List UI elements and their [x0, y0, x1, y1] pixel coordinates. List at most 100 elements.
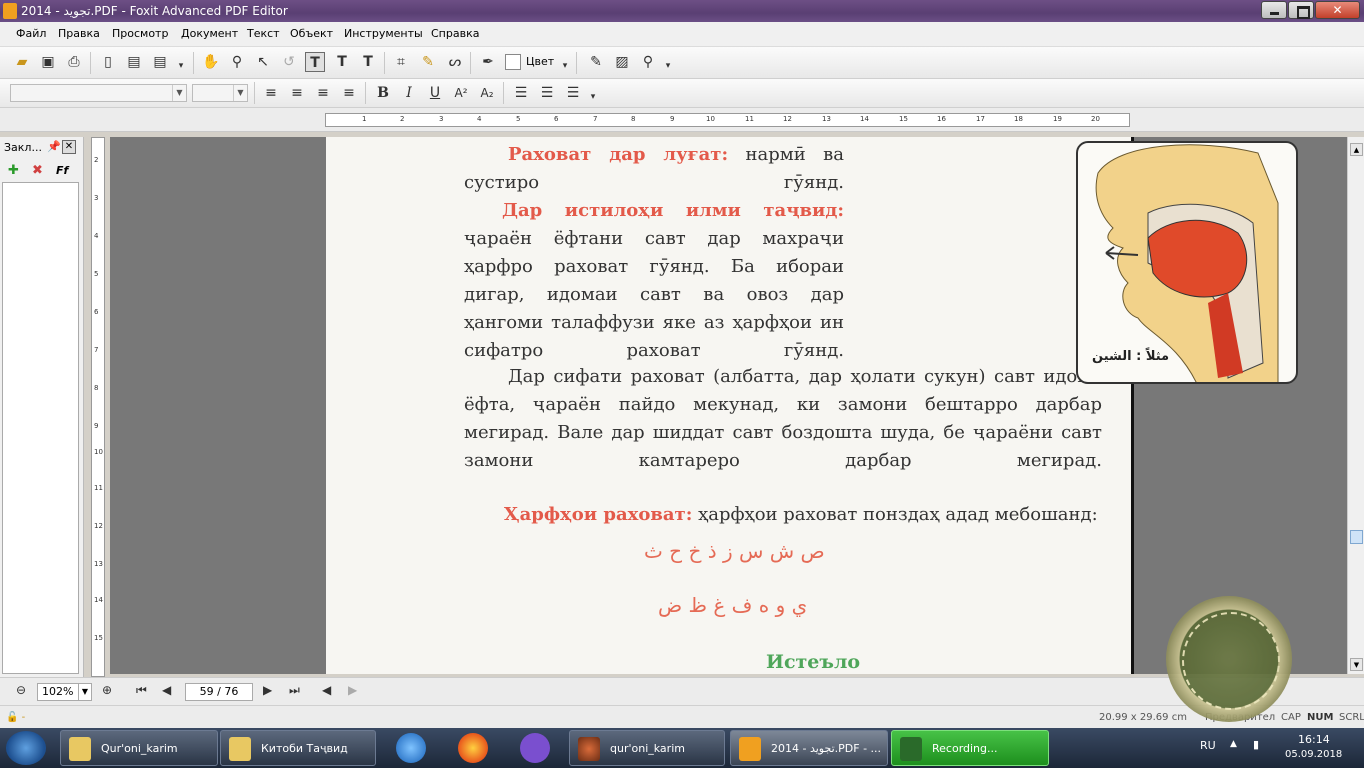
folder-icon — [229, 737, 251, 761]
save-icon[interactable]: ▣ — [38, 52, 58, 72]
arabic-letters-row-2: ي و ه ف غ ظ ض — [658, 593, 808, 617]
network-icon[interactable]: ▮ — [1253, 738, 1259, 751]
eyedropper-icon[interactable]: ✒ — [478, 52, 498, 72]
dropdown-arrow-icon[interactable]: ▾ — [555, 56, 575, 76]
dropdown-arrow-icon[interactable]: ▾ — [658, 56, 678, 76]
paragraph-description: Дар сифати раховат (албатта, дар ҳолати … — [464, 366, 1102, 471]
fonts-icon[interactable]: Ff — [56, 164, 68, 177]
edit-document-icon[interactable]: ✎ — [586, 52, 606, 72]
bookmarks-list[interactable] — [2, 182, 79, 674]
firefox-icon[interactable] — [458, 733, 488, 763]
ruler-mark: 9 — [94, 422, 99, 430]
taskbar-folder-kitobi-tajvid[interactable]: Китоби Таҷвид — [220, 730, 376, 766]
delete-bookmark-icon[interactable]: ✖ — [32, 163, 43, 178]
forward-icon[interactable]: ▶ — [348, 683, 357, 697]
menu-help[interactable]: Справка — [431, 27, 479, 40]
image-icon[interactable]: ▨ — [612, 52, 632, 72]
page-number-field[interactable]: 59 / 76 — [185, 683, 253, 701]
internet-explorer-icon[interactable] — [396, 733, 426, 763]
search-icon[interactable]: ⚲ — [638, 52, 658, 72]
minimize-button[interactable] — [1261, 1, 1287, 19]
paragraph-spacing-icon[interactable]: ☰ — [537, 83, 557, 103]
next-page-icon[interactable]: ▶ — [263, 683, 272, 697]
font-family-combo[interactable]: ▼ — [10, 84, 187, 102]
dropdown-arrow-icon[interactable]: ▾ — [583, 87, 603, 107]
taskbar-foxit-pdf[interactable]: 2014 - تجوید.PDF - ... — [730, 730, 888, 766]
clock-date[interactable]: 05.09.2018 — [1285, 749, 1342, 760]
maximize-button[interactable] — [1288, 1, 1314, 19]
zoom-combo[interactable]: 102% ▼ — [37, 683, 92, 701]
superscript-icon[interactable]: A² — [451, 83, 471, 103]
bold-icon[interactable]: B — [373, 83, 393, 103]
page-options-icon[interactable]: ▤ — [150, 52, 170, 72]
term-definition: Дар истилоҳи илми таҷвид: — [502, 200, 844, 221]
menu-tools[interactable]: Инструменты — [344, 27, 423, 40]
back-icon[interactable]: ◀ — [322, 683, 331, 697]
align-right-icon[interactable]: ≡ — [313, 83, 333, 103]
menu-document[interactable]: Документ — [181, 27, 238, 40]
toolbar-separator — [470, 52, 471, 74]
toolbar-separator — [365, 82, 366, 104]
taskbar-qurani-karim-app[interactable]: qur'oni_karim — [569, 730, 725, 766]
scroll-thumb[interactable] — [1350, 530, 1363, 544]
print-icon[interactable]: ⎙ — [64, 52, 84, 72]
align-center-icon[interactable]: ≡ — [287, 83, 307, 103]
text-insert-icon[interactable]: T — [358, 52, 378, 72]
path-tool-icon[interactable]: ᔕ — [445, 52, 465, 72]
menu-object[interactable]: Объект — [290, 27, 333, 40]
scroll-up-icon[interactable]: ▲ — [1350, 143, 1363, 156]
text-edit-icon[interactable]: T — [332, 52, 352, 72]
text-tool-icon[interactable]: T — [305, 52, 325, 72]
ruler-mark: 20 — [1091, 115, 1100, 123]
menu-edit[interactable]: Правка — [58, 27, 100, 40]
new-page-icon[interactable]: ▯ — [98, 52, 118, 72]
underline-icon[interactable]: U — [425, 83, 445, 103]
select-arrow-icon[interactable]: ↖ — [253, 52, 273, 72]
page-icon[interactable]: ▤ — [124, 52, 144, 72]
zoom-out-icon[interactable]: ⊖ — [16, 683, 26, 697]
open-folder-icon[interactable]: ▰ — [12, 52, 32, 72]
undo-icon[interactable]: ↺ — [279, 52, 299, 72]
subscript-icon[interactable]: A₂ — [477, 83, 497, 103]
justify-icon[interactable]: ≡ — [339, 83, 359, 103]
pin-icon[interactable]: 📌 — [47, 140, 61, 153]
align-left-icon[interactable]: ≡ — [261, 83, 281, 103]
dropdown-arrow-icon[interactable]: ▾ — [171, 56, 191, 76]
taskbar-recording[interactable]: Recording... — [891, 730, 1049, 766]
close-button[interactable]: ✕ — [1315, 1, 1360, 19]
ruler-mark: 12 — [783, 115, 792, 123]
crop-icon[interactable]: ⌗ — [391, 52, 411, 72]
menu-view[interactable]: Просмотр — [112, 27, 168, 40]
font-size-combo[interactable]: ▼ — [192, 84, 248, 102]
tray-expand-icon[interactable]: ▲ — [1230, 739, 1237, 749]
hand-tool-icon[interactable]: ✋ — [201, 52, 221, 72]
zoom-in-icon[interactable]: ⊕ — [102, 683, 112, 697]
clock-time[interactable]: 16:14 — [1298, 733, 1330, 746]
last-page-icon[interactable]: ⏭ — [289, 683, 300, 698]
line-spacing-icon[interactable]: ☰ — [511, 83, 531, 103]
indent-icon[interactable]: ☰ — [563, 83, 583, 103]
menu-file[interactable]: Файл — [16, 27, 46, 40]
start-button[interactable] — [6, 731, 46, 765]
previous-page-icon[interactable]: ◀ — [162, 683, 171, 697]
ruler-mark: 4 — [94, 232, 99, 240]
pdf-page[interactable]: Раховат дар луғат: нармӣ ва сустиро гӯян… — [326, 137, 1298, 674]
section-heading: Истеъло — [766, 651, 861, 673]
toolbar-separator — [193, 52, 194, 74]
menu-text[interactable]: Текст — [247, 27, 280, 40]
viber-icon[interactable] — [520, 733, 550, 763]
recorder-icon — [900, 737, 922, 761]
chevron-down-icon[interactable]: ▼ — [78, 684, 91, 700]
add-bookmark-icon[interactable]: ✚ — [8, 163, 19, 178]
panel-close-icon[interactable]: ✕ — [62, 140, 76, 154]
language-indicator[interactable]: RU — [1200, 739, 1216, 752]
zoom-icon[interactable]: ⚲ — [227, 52, 247, 72]
bookmarks-panel: Закл... 📌 ✕ ✚ ✖ Ff — [0, 137, 84, 677]
first-page-icon[interactable]: ⏮ — [136, 683, 147, 698]
shape-tool-icon[interactable]: ✎ — [418, 52, 438, 72]
vertical-scrollbar[interactable]: ▲ ▼ — [1347, 137, 1364, 674]
taskbar-folder-qurani-karim[interactable]: Qur'oni_karim — [60, 730, 218, 766]
document-view[interactable]: Раховат дар луғат: нармӣ ва сустиро гӯян… — [110, 137, 1347, 674]
scroll-down-icon[interactable]: ▼ — [1350, 658, 1363, 671]
italic-icon[interactable]: I — [399, 83, 419, 103]
